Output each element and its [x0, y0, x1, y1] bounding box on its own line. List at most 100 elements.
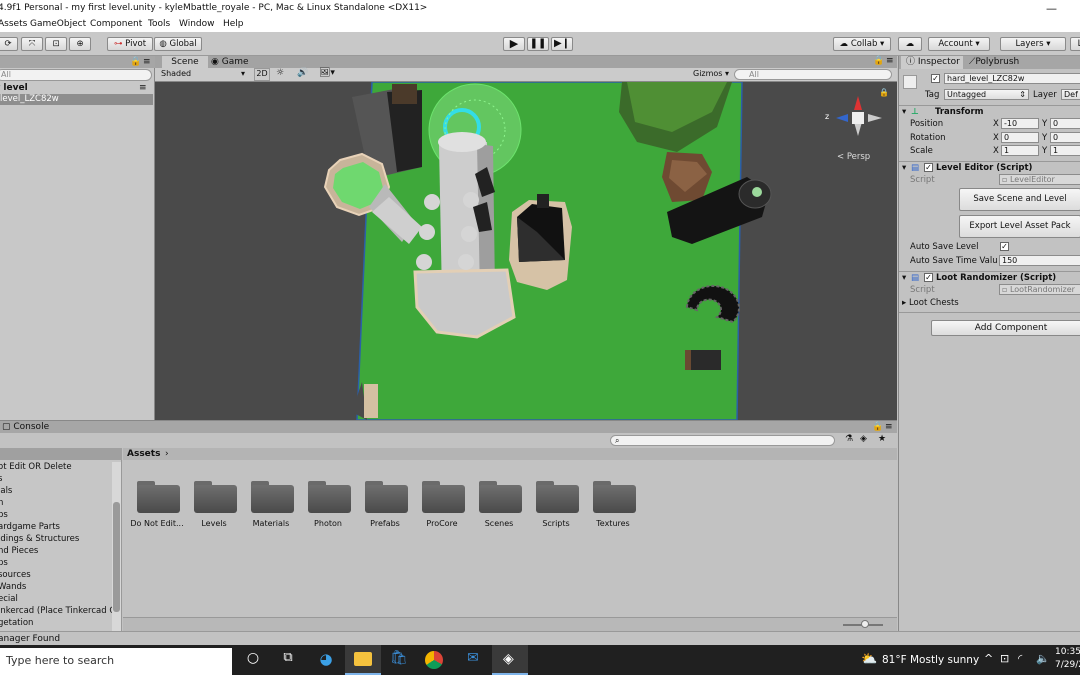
- menu-window[interactable]: Window: [179, 17, 215, 32]
- export-level-button[interactable]: Export Level Asset Pack: [959, 215, 1080, 238]
- pause-button[interactable]: ❚❚: [527, 37, 549, 51]
- cloud-button[interactable]: ☁: [898, 37, 922, 51]
- weather-sun-icon[interactable]: ⛅: [861, 652, 877, 667]
- status-message[interactable]: anager Found: [0, 632, 60, 646]
- tree-item[interactable]: ldings & Structures: [0, 534, 79, 544]
- tree-scrollbar[interactable]: [112, 462, 121, 632]
- task-view-circle-icon[interactable]: ○: [242, 650, 264, 670]
- tree-item[interactable]: ardgame Parts: [0, 522, 60, 532]
- mail-icon[interactable]: ✉: [462, 650, 484, 670]
- position-x-input[interactable]: -10: [1001, 118, 1039, 129]
- scene-viewport[interactable]: z < Persp 🔒: [157, 82, 897, 420]
- menu-tools[interactable]: Tools: [148, 17, 170, 32]
- folder-icon[interactable]: [593, 479, 636, 513]
- active-checkbox[interactable]: ✓: [931, 74, 940, 83]
- rotation-y-input[interactable]: 0: [1050, 132, 1080, 143]
- scale-tool-button[interactable]: ⤧: [21, 37, 43, 51]
- tree-item[interactable]: inkercad (Place Tinkercad O: [0, 606, 112, 616]
- clock-date[interactable]: 7/29/2: [1055, 660, 1080, 670]
- step-button[interactable]: ▶❙: [551, 37, 573, 51]
- tree-item[interactable]: sources: [0, 570, 31, 580]
- global-toggle[interactable]: ◍ Global: [154, 37, 202, 51]
- folder-icon[interactable]: [536, 479, 579, 513]
- taskbar-search-input[interactable]: Type here to search: [0, 648, 232, 675]
- folder-icon[interactable]: [479, 479, 522, 513]
- account-dropdown[interactable]: Account ▾: [928, 37, 990, 51]
- scene-root[interactable]: t level ≡: [0, 82, 151, 94]
- loot-randomizer-enabled-checkbox[interactable]: ✓: [924, 273, 933, 282]
- tab-inspector[interactable]: ⓘ Inspector: [901, 56, 963, 69]
- gizmos-dropdown[interactable]: Gizmos ▾: [693, 69, 731, 78]
- folder-icon[interactable]: [365, 479, 408, 513]
- chrome-icon[interactable]: [425, 651, 443, 669]
- tree-item[interactable]: ps: [0, 558, 8, 568]
- loot-randomizer-header[interactable]: ▾ ▤ ✓ Loot Randomizer (Script): [899, 271, 1080, 284]
- tree-scrollbar-thumb[interactable]: [113, 502, 120, 612]
- scale-y-input[interactable]: 1: [1050, 145, 1080, 156]
- layout-dropdown[interactable]: L: [1070, 37, 1080, 51]
- layers-dropdown[interactable]: Layers ▾: [1000, 37, 1066, 51]
- folder-icon[interactable]: [137, 479, 180, 513]
- hierarchy-search-input[interactable]: All: [0, 69, 152, 81]
- tab-scene[interactable]: Scene: [162, 56, 208, 68]
- level-editor-header[interactable]: ▾ ▤ ✓ Level Editor (Script): [899, 161, 1080, 174]
- menu-component[interactable]: Component: [90, 17, 142, 32]
- folder-icon[interactable]: [308, 479, 351, 513]
- persp-label[interactable]: < Persp: [837, 152, 870, 162]
- rotate-tool-button[interactable]: ⟳: [0, 37, 18, 51]
- menu-icon[interactable]: ≡: [886, 56, 894, 66]
- auto-save-checkbox[interactable]: ✓: [1000, 242, 1009, 251]
- add-component-button[interactable]: Add Component: [931, 320, 1080, 336]
- shading-dropdown[interactable]: Shaded ▾: [161, 69, 249, 78]
- file-explorer-button[interactable]: [345, 645, 381, 675]
- zoom-slider-thumb[interactable]: [861, 620, 869, 628]
- tree-item[interactable]: Wands: [0, 582, 26, 592]
- lighting-toggle[interactable]: ☼: [276, 68, 292, 78]
- weather-text[interactable]: 81°F Mostly sunny: [882, 654, 979, 666]
- level-editor-enabled-checkbox[interactable]: ✓: [924, 163, 933, 172]
- tag-dropdown[interactable]: Untagged ⇕: [944, 89, 1029, 100]
- edge-browser-icon[interactable]: ◕: [315, 650, 337, 670]
- loot-chests-foldout[interactable]: ▸ Loot Chests: [902, 298, 959, 308]
- gizmo-lock-icon[interactable]: 🔒: [879, 88, 889, 97]
- auto-save-time-input[interactable]: 150: [999, 255, 1080, 266]
- wifi-icon[interactable]: ◜: [1018, 652, 1022, 665]
- menu-assets[interactable]: Assets: [0, 17, 27, 32]
- store-icon[interactable]: 🛍: [388, 650, 410, 670]
- volume-icon[interactable]: 🔈: [1036, 652, 1050, 665]
- play-button[interactable]: ▶: [503, 37, 525, 51]
- tab-console[interactable]: ▢ Console: [2, 421, 49, 433]
- menu-gameobject[interactable]: GameObject: [30, 17, 86, 32]
- folder-icon[interactable]: [422, 479, 465, 513]
- save-scene-button[interactable]: Save Scene and Level: [959, 188, 1080, 211]
- tree-item[interactable]: ot Edit OR Delete: [0, 462, 72, 472]
- minimize-button[interactable]: —: [1046, 0, 1057, 17]
- lock-icon[interactable]: 🔒: [873, 56, 884, 66]
- scene-menu-icon[interactable]: ≡: [139, 82, 147, 94]
- chevron-up-icon[interactable]: ^: [984, 652, 993, 665]
- scale-x-input[interactable]: 1: [1001, 145, 1039, 156]
- network-icon[interactable]: ⊡: [1000, 652, 1009, 665]
- folder-icon[interactable]: [251, 479, 294, 513]
- scene-search-input[interactable]: All: [734, 69, 892, 80]
- clock-time[interactable]: 10:35: [1055, 647, 1080, 657]
- tree-item[interactable]: ials: [0, 486, 12, 496]
- tree-item[interactable]: s: [0, 474, 2, 484]
- collab-dropdown[interactable]: ☁ Collab ▾: [833, 37, 891, 51]
- tab-game[interactable]: ◉ Game: [211, 56, 255, 68]
- task-view-icon[interactable]: ⧉: [277, 650, 299, 670]
- rect-tool-button[interactable]: ⊡: [45, 37, 67, 51]
- tab-polybrush[interactable]: ⟋Polybrush: [969, 56, 1039, 69]
- effects-dropdown[interactable]: 🖼▾: [319, 68, 343, 78]
- object-name-input[interactable]: hard_level_LZC82w: [944, 73, 1080, 84]
- layer-dropdown[interactable]: Def: [1061, 89, 1080, 100]
- transform-header[interactable]: ▾ ⊥ Transform: [899, 105, 1080, 118]
- transform-tool-button[interactable]: ⊕: [69, 37, 91, 51]
- menu-help[interactable]: Help: [223, 17, 244, 32]
- pivot-toggle[interactable]: ⊶ Pivot: [107, 37, 153, 51]
- audio-toggle[interactable]: 🔊: [297, 68, 313, 78]
- folder-icon[interactable]: [194, 479, 237, 513]
- tree-item[interactable]: n: [0, 498, 3, 508]
- hierarchy-item[interactable]: level_LZC82w: [0, 94, 153, 105]
- tree-item[interactable]: getation: [0, 618, 33, 628]
